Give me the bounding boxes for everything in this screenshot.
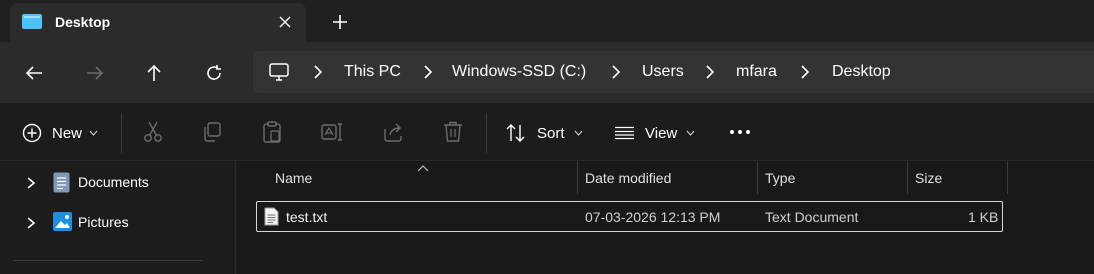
view-button[interactable]: View xyxy=(614,120,695,146)
folder-icon xyxy=(22,13,42,31)
new-label: New xyxy=(52,124,83,142)
chevron-right-icon[interactable] xyxy=(609,65,623,79)
divider xyxy=(486,113,487,153)
expand-chevron-icon[interactable] xyxy=(26,176,36,192)
chevron-right-icon[interactable] xyxy=(311,65,325,79)
delete-icon[interactable] xyxy=(440,119,466,145)
sidebar-item-pictures[interactable]: Pictures xyxy=(0,207,236,237)
chevron-right-icon[interactable] xyxy=(703,65,717,79)
breadcrumb-users[interactable]: Users xyxy=(642,63,684,81)
computer-icon xyxy=(269,62,289,85)
file-date: 07-03-2026 12:13 PM xyxy=(585,209,721,225)
file-name: test.txt xyxy=(286,209,328,225)
column-header-date[interactable]: Date modified xyxy=(577,161,757,194)
divider xyxy=(14,260,202,261)
chevron-down-icon xyxy=(686,130,695,136)
title-bar: Desktop xyxy=(0,0,1094,42)
column-header-label: Size xyxy=(915,170,943,186)
plus-circle-icon xyxy=(22,123,42,143)
column-header-label: Name xyxy=(275,170,313,186)
close-tab-icon[interactable] xyxy=(272,9,298,35)
sidebar-item-documents[interactable]: Documents xyxy=(0,167,236,197)
sort-button[interactable]: Sort xyxy=(506,120,583,146)
rename-icon[interactable] xyxy=(320,119,346,145)
new-button[interactable]: New xyxy=(22,120,98,146)
column-header-label: Type xyxy=(765,170,796,186)
file-size: 1 KB xyxy=(968,209,999,225)
breadcrumb-mfara[interactable]: mfara xyxy=(736,63,777,81)
breadcrumb-desktop[interactable]: Desktop xyxy=(832,63,891,81)
chevron-down-icon xyxy=(574,130,583,136)
text-file-icon xyxy=(264,207,279,229)
column-header-size[interactable]: Size xyxy=(907,161,1007,194)
breadcrumb-this-pc[interactable]: This PC xyxy=(344,63,401,81)
forward-arrow-icon[interactable] xyxy=(79,57,111,89)
column-header-label: Date modified xyxy=(585,170,672,186)
new-tab-icon[interactable] xyxy=(326,8,354,36)
more-options-icon[interactable] xyxy=(727,119,753,145)
view-lines-icon xyxy=(614,126,635,140)
cut-icon[interactable] xyxy=(140,119,166,145)
column-header-name[interactable]: Name xyxy=(267,161,577,194)
file-list: Name Date modified Type Size test.txt 07… xyxy=(237,161,1094,274)
sort-label: Sort xyxy=(537,124,565,142)
file-type: Text Document xyxy=(765,209,859,225)
documents-icon xyxy=(53,172,70,196)
breadcrumb-drive[interactable]: Windows-SSD (C:) xyxy=(452,63,586,81)
paste-icon[interactable] xyxy=(259,119,285,145)
chevron-right-icon[interactable] xyxy=(798,65,812,79)
up-arrow-icon[interactable] xyxy=(138,57,170,89)
column-header-type[interactable]: Type xyxy=(757,161,907,194)
view-label: View xyxy=(645,124,678,142)
command-bar: New Sort View xyxy=(0,103,1094,161)
address-bar[interactable]: This PC Windows-SSD (C:) Users mfara Des… xyxy=(253,51,1094,93)
chevron-right-icon[interactable] xyxy=(421,65,435,79)
chevron-down-icon xyxy=(89,130,98,136)
sidebar-item-label: Documents xyxy=(78,174,149,190)
table-row[interactable]: test.txt 07-03-2026 12:13 PM Text Docume… xyxy=(256,201,1003,232)
expand-chevron-icon[interactable] xyxy=(26,216,36,232)
tab-desktop[interactable]: Desktop xyxy=(10,3,306,42)
divider xyxy=(121,113,122,153)
copy-icon[interactable] xyxy=(199,119,225,145)
sidebar-item-label: Pictures xyxy=(78,214,129,230)
back-arrow-icon[interactable] xyxy=(18,57,50,89)
tab-title: Desktop xyxy=(55,14,111,30)
sort-arrows-icon xyxy=(506,124,527,142)
refresh-icon[interactable] xyxy=(198,57,230,89)
column-divider[interactable] xyxy=(1007,161,1008,194)
pictures-icon xyxy=(53,212,72,234)
navigation-bar: This PC Windows-SSD (C:) Users mfara Des… xyxy=(0,42,1094,103)
share-icon[interactable] xyxy=(380,119,406,145)
navigation-pane: Documents Pictures xyxy=(0,161,236,274)
